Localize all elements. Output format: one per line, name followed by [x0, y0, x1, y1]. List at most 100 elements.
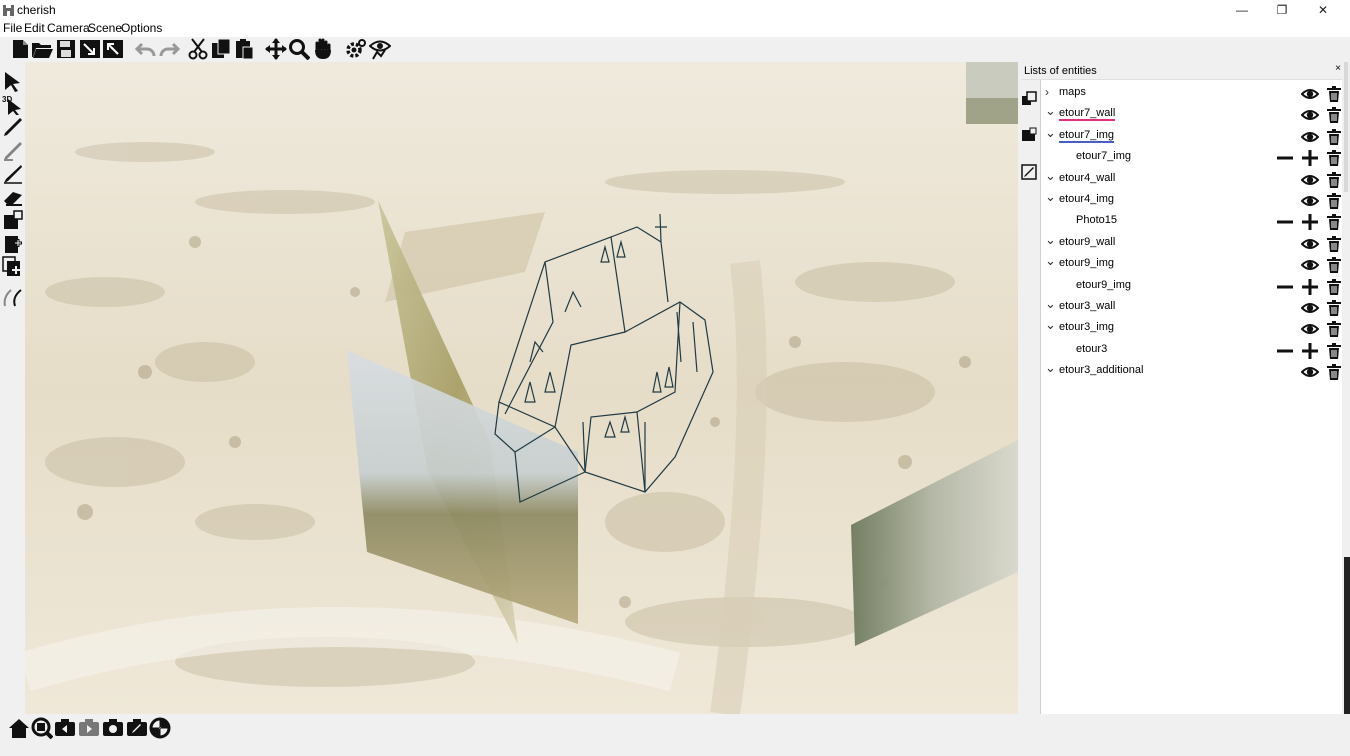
- visibility-eye-icon[interactable]: [1301, 320, 1319, 338]
- cut-icon[interactable]: [187, 38, 209, 60]
- entity-label[interactable]: etour9_img: [1059, 257, 1114, 269]
- entity-group-row[interactable]: ⌄ etour3_wall: [1041, 296, 1343, 318]
- chevron-down-icon[interactable]: ⌄: [1045, 189, 1056, 204]
- visibility-eye-icon[interactable]: [1301, 299, 1319, 317]
- entity-child-row[interactable]: etour3: [1041, 340, 1343, 361]
- menu-file[interactable]: File: [3, 21, 22, 35]
- redo-icon[interactable]: [158, 38, 180, 60]
- trash-icon[interactable]: [1325, 320, 1343, 338]
- visibility-eye-icon[interactable]: [1301, 235, 1319, 253]
- new-file-icon[interactable]: [9, 38, 31, 60]
- entity-label[interactable]: etour3_wall: [1059, 300, 1115, 312]
- prev-bookmark-icon[interactable]: [54, 717, 76, 739]
- trash-icon[interactable]: [1325, 278, 1343, 296]
- entity-group-row[interactable]: ⌄ etour9_wall: [1041, 232, 1343, 254]
- panel-close-button[interactable]: ×: [1335, 63, 1341, 74]
- trash-icon[interactable]: [1325, 213, 1343, 231]
- plus-icon[interactable]: [1301, 342, 1319, 360]
- settings-icon[interactable]: [345, 38, 367, 60]
- entity-label[interactable]: etour4_wall: [1059, 172, 1115, 184]
- entity-group-row[interactable]: ⌄ etour3_img: [1041, 317, 1343, 339]
- move-icon[interactable]: [265, 38, 287, 60]
- minus-icon[interactable]: [1276, 278, 1294, 296]
- pencil-faded-icon[interactable]: [2, 140, 24, 162]
- rotate-view-icon[interactable]: [149, 717, 171, 739]
- entity-group-row[interactable]: ⌄ etour9_img: [1041, 253, 1343, 275]
- add-canvas-icon[interactable]: [2, 209, 24, 231]
- entity-label[interactable]: etour7_img: [1076, 150, 1131, 162]
- minus-icon[interactable]: [1276, 213, 1294, 231]
- chevron-down-icon[interactable]: ⌄: [1045, 253, 1056, 268]
- clone-canvas-icon[interactable]: [2, 256, 24, 278]
- trash-icon[interactable]: [1325, 192, 1343, 210]
- canvas-select-icon[interactable]: [1021, 127, 1037, 143]
- restore-button[interactable]: ❐: [1274, 2, 1290, 18]
- trash-icon[interactable]: [1325, 171, 1343, 189]
- entity-label[interactable]: etour3: [1076, 343, 1107, 355]
- trash-icon[interactable]: [1325, 342, 1343, 360]
- trash-icon[interactable]: [1325, 149, 1343, 167]
- edit-canvas-icon[interactable]: [1021, 164, 1037, 180]
- select-arrow-icon[interactable]: [2, 70, 24, 92]
- scrollbar-thumb[interactable]: [1344, 557, 1350, 717]
- trash-icon[interactable]: [1325, 363, 1343, 381]
- menu-options[interactable]: Options: [121, 21, 162, 35]
- eraser-icon[interactable]: [2, 186, 24, 208]
- copy-icon[interactable]: [210, 38, 232, 60]
- chevron-right-icon[interactable]: ›: [1045, 85, 1055, 99]
- camera-edit-icon[interactable]: [126, 717, 148, 739]
- undo-icon[interactable]: [135, 38, 157, 60]
- trash-icon[interactable]: [1325, 128, 1343, 146]
- curve-icon[interactable]: [2, 286, 24, 308]
- entity-child-row[interactable]: Photo15: [1041, 211, 1343, 232]
- entity-label[interactable]: etour3_additional: [1059, 364, 1143, 376]
- next-bookmark-icon[interactable]: [78, 717, 100, 739]
- save-icon[interactable]: [55, 38, 77, 60]
- entity-label[interactable]: etour3_img: [1059, 321, 1114, 333]
- home-view-icon[interactable]: [8, 717, 30, 739]
- plus-icon[interactable]: [1301, 278, 1319, 296]
- camera-snapshot-icon[interactable]: [102, 717, 124, 739]
- chevron-down-icon[interactable]: ⌄: [1045, 360, 1056, 375]
- 3d-viewport[interactable]: [25, 62, 1018, 714]
- chevron-down-icon[interactable]: ⌄: [1045, 125, 1056, 140]
- menu-scene[interactable]: Scene: [88, 21, 122, 35]
- entity-label[interactable]: etour7_img: [1059, 129, 1115, 143]
- trash-icon[interactable]: [1325, 235, 1343, 253]
- visibility-eye-icon[interactable]: [1301, 192, 1319, 210]
- pan-hand-icon[interactable]: [312, 38, 334, 60]
- visibility-eye-icon[interactable]: [1301, 171, 1319, 189]
- paste-icon[interactable]: [233, 38, 255, 60]
- trash-icon[interactable]: [1325, 299, 1343, 317]
- chevron-down-icon[interactable]: ⌄: [1045, 317, 1056, 332]
- close-button[interactable]: ✕: [1315, 2, 1331, 18]
- visibility-eye-icon[interactable]: [1301, 363, 1319, 381]
- entity-label[interactable]: Photo15: [1076, 214, 1117, 226]
- menu-camera[interactable]: Camera: [47, 21, 90, 35]
- plus-icon[interactable]: [1301, 149, 1319, 167]
- trash-icon[interactable]: [1325, 85, 1343, 103]
- minus-icon[interactable]: [1276, 342, 1294, 360]
- entity-child-row[interactable]: etour9_img: [1041, 276, 1343, 297]
- visibility-eye-icon[interactable]: [1301, 128, 1319, 146]
- menu-edit[interactable]: Edit: [24, 21, 45, 35]
- import-image-icon[interactable]: [79, 38, 101, 60]
- entity-group-row[interactable]: ⌄ etour3_additional: [1041, 360, 1343, 382]
- chevron-down-icon[interactable]: ⌄: [1045, 168, 1056, 183]
- entity-label[interactable]: etour7_wall: [1059, 107, 1116, 122]
- bring-forward-icon[interactable]: [1021, 91, 1037, 107]
- entity-label[interactable]: etour9_wall: [1059, 236, 1115, 248]
- entity-group-row[interactable]: ⌄ etour4_wall: [1041, 168, 1343, 190]
- visibility-eye-icon[interactable]: [1301, 85, 1319, 103]
- export-image-icon[interactable]: [102, 38, 124, 60]
- entity-group-row[interactable]: ⌄ etour7_wall: [1041, 103, 1343, 125]
- entity-label[interactable]: maps: [1059, 86, 1086, 98]
- zoom-icon[interactable]: [288, 38, 310, 60]
- brush-icon[interactable]: [2, 163, 24, 185]
- trash-icon[interactable]: [1325, 256, 1343, 274]
- chevron-down-icon[interactable]: ⌄: [1045, 296, 1056, 311]
- minus-icon[interactable]: [1276, 149, 1294, 167]
- open-folder-icon[interactable]: [31, 38, 53, 60]
- new-canvas-icon[interactable]: [2, 233, 24, 255]
- panel-scrollbar[interactable]: [1342, 62, 1350, 717]
